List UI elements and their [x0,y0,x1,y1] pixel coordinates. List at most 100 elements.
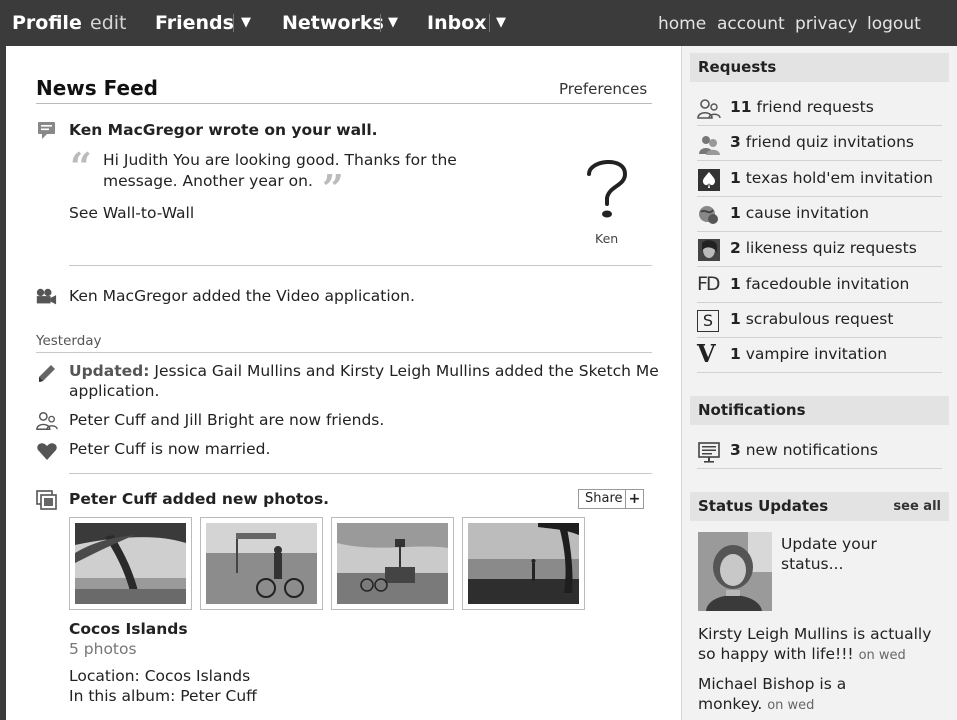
request-label: scrabulous request [745,310,894,328]
status-updates-header: Status Updates see all [690,492,949,521]
status-time: on wed [858,648,906,663]
status-text: so happy with life!!! [698,645,854,663]
nav-networks[interactable]: Networks [282,11,384,35]
update-status-prompt-line2[interactable]: status... [781,554,843,574]
friends-icon [697,99,721,119]
request-label: cause invitation [745,204,869,222]
status-text: is a [819,675,847,693]
request-scrabulous[interactable]: S 1 scrabulous request [697,303,942,338]
notification-board-icon [698,442,720,463]
pencil-icon [39,365,55,382]
photo-thumbnail-2[interactable] [200,517,323,610]
video-camera-icon [36,288,57,305]
video-story-actor[interactable]: Ken MacGregor [69,287,187,305]
married-story: Peter Cuff is now married. [69,439,270,460]
avatar-caption[interactable]: Ken [595,231,618,246]
divider [69,473,652,474]
request-cause[interactable]: 1 cause invitation [697,197,942,232]
nav-separator [380,14,381,32]
update-status-prompt-line1[interactable]: Update your [781,534,877,554]
request-friend[interactable]: 11 friend requests [697,91,942,126]
share-label: Share [585,491,623,506]
request-count: 11 [730,98,752,116]
preferences-link[interactable]: Preferences [559,80,647,98]
photo-thumbnail-4[interactable] [462,517,585,610]
cause-icon [699,206,718,224]
user-avatar[interactable] [698,532,772,611]
updated-story-line2: application. [69,382,160,400]
status-author-link[interactable]: Kirsty Leigh Mullins [698,625,848,643]
friends-dropdown-icon[interactable]: ▼ [241,11,251,35]
palm-beach-photo-image [75,523,186,604]
photo-thumbnail-1[interactable] [69,517,192,610]
nav-logout[interactable]: logout [867,12,921,36]
nav-home[interactable]: home [658,12,706,36]
notification-count: 3 [730,441,741,459]
request-label: friend quiz invitations [745,133,914,151]
request-label: facedouble invitation [745,275,910,293]
request-label: vampire invitation [745,345,888,363]
roadside-photo-image [337,523,448,604]
plus-icon: + [625,490,643,508]
friends-text: are now friends. [259,411,385,429]
notification-label: new notifications [745,441,878,459]
status-updates-title: Status Updates [698,497,829,515]
in-album-person[interactable]: Peter Cuff [180,687,257,705]
status-author-link[interactable]: Michael Bishop [698,675,814,693]
beach-sunset-photo-image [468,523,579,604]
request-count: 1 [730,310,741,328]
share-button[interactable]: Share + [578,489,644,509]
wall-quote-line2: message. Another year on. [103,172,313,190]
networks-dropdown-icon[interactable]: ▼ [388,11,398,35]
status-entry-line1: Michael Bishop is a [698,674,846,694]
nav-inbox[interactable]: Inbox [427,11,487,35]
wall-quote-line1: Hi Judith You are looking good. Thanks f… [103,151,457,169]
user-portrait-image [698,532,772,611]
updated-actor1[interactable]: Jessica Gail Mullins [154,362,301,380]
question-mark-avatar-icon[interactable] [581,152,633,224]
status-entry-line2: monkey. on wed [698,694,814,716]
album-name-link[interactable]: Cocos Islands [69,619,188,640]
nav-profile[interactable]: Profile [12,11,82,35]
scrabulous-icon: S [697,310,719,332]
married-actor[interactable]: Peter Cuff [69,440,146,458]
request-count: 1 [730,345,741,363]
conjunction-text: and [305,362,336,380]
request-facedouble[interactable]: FD 1 facedouble invitation [697,268,942,303]
see-all-link[interactable]: see all [893,492,941,521]
photo-story-headline[interactable]: Peter Cuff added new photos. [69,489,329,510]
nav-friends[interactable]: Friends [155,11,234,35]
conjunction-text: and [150,411,180,429]
request-count: 1 [730,169,741,187]
request-label: likeness quiz requests [745,239,917,257]
likeness-face-icon [698,239,720,261]
close-quote-icon: ” [322,166,344,211]
nav-account[interactable]: account [717,12,785,36]
photo-thumbnail-3[interactable] [331,517,454,610]
request-count: 3 [730,133,741,151]
request-likeness-quiz[interactable]: 2 likeness quiz requests [697,232,942,267]
request-vampire[interactable]: V 1 vampire invitation [697,338,942,373]
nav-edit[interactable]: edit [90,11,126,35]
poker-spade-icon [698,169,720,191]
friends-actor1[interactable]: Peter Cuff [69,411,146,429]
divider [36,352,652,353]
status-time: on wed [767,698,815,713]
updated-actor2[interactable]: Kirsty Leigh Mullins [340,362,490,380]
request-count: 1 [730,275,741,293]
nav-privacy[interactable]: privacy [795,12,857,36]
request-count: 2 [730,239,741,257]
see-wall-to-wall-link[interactable]: See Wall-to-Wall [69,203,194,224]
notifications-item[interactable]: 3 new notifications [697,434,942,469]
updated-app-link[interactable]: Sketch Me [579,362,659,380]
inbox-dropdown-icon[interactable]: ▼ [496,11,506,35]
wall-story-headline[interactable]: Ken MacGregor wrote on your wall. [69,120,378,141]
friends-actor2[interactable]: Jill Bright [185,411,254,429]
request-label: friend requests [756,98,874,116]
friends-icon [36,412,58,430]
request-friend-quiz[interactable]: 3 friend quiz invitations [697,126,942,161]
album-location: Location: Cocos Islands [69,666,250,687]
request-texas-holdem[interactable]: 1 texas hold'em invitation [697,162,942,197]
album-owner: In this album: Peter Cuff [69,686,257,707]
updated-story-line1: Updated: Jessica Gail Mullins and Kirsty… [69,361,659,382]
